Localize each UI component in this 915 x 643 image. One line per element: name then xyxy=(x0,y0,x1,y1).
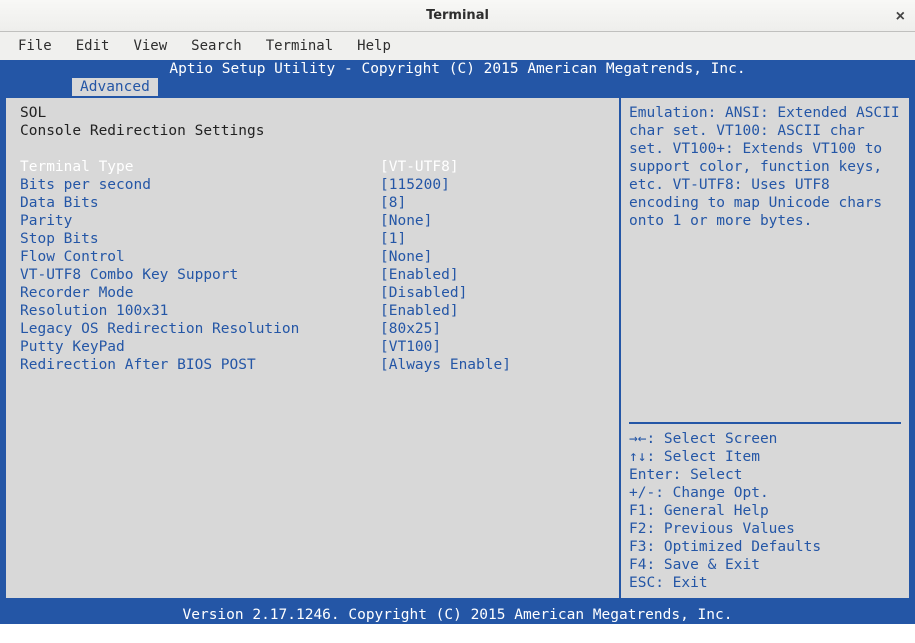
divider xyxy=(629,422,901,424)
bios-settings-panel: SOL Console Redirection Settings Termina… xyxy=(6,96,621,600)
menu-search[interactable]: Search xyxy=(181,34,252,58)
nav-change-opt: +/-: Change Opt. xyxy=(629,484,901,502)
terminal-area: Aptio Setup Utility - Copyright (C) 2015… xyxy=(0,60,915,643)
setting-label: Stop Bits xyxy=(20,230,380,248)
setting-value: [VT-UTF8] xyxy=(380,158,459,176)
nav-hints: →←: Select Screen ↑↓: Select Item Enter:… xyxy=(629,430,901,592)
setting-label: Resolution 100x31 xyxy=(20,302,380,320)
setting-value: [None] xyxy=(380,212,432,230)
setting-value: [80x25] xyxy=(380,320,441,338)
setting-row[interactable]: Stop Bits[1] xyxy=(20,230,613,248)
setting-label: Bits per second xyxy=(20,176,380,194)
nav-f1: F1: General Help xyxy=(629,502,901,520)
setting-value: [1] xyxy=(380,230,406,248)
setting-value: [8] xyxy=(380,194,406,212)
setting-label: Redirection After BIOS POST xyxy=(20,356,380,374)
section-console: Console Redirection Settings xyxy=(20,122,613,140)
setting-label: Recorder Mode xyxy=(20,284,380,302)
setting-row[interactable]: Redirection After BIOS POST[Always Enabl… xyxy=(20,356,613,374)
window-titlebar: Terminal × xyxy=(0,0,915,32)
setting-label: Data Bits xyxy=(20,194,380,212)
setting-value: [VT100] xyxy=(380,338,441,356)
setting-value: [Enabled] xyxy=(380,266,459,284)
spacer xyxy=(20,140,613,158)
nav-f3: F3: Optimized Defaults xyxy=(629,538,901,556)
setting-row[interactable]: Resolution 100x31[Enabled] xyxy=(20,302,613,320)
nav-esc: ESC: Exit xyxy=(629,574,901,592)
setting-value: [Enabled] xyxy=(380,302,459,320)
nav-select-screen: →←: Select Screen xyxy=(629,430,901,448)
menubar: File Edit View Search Terminal Help xyxy=(0,32,915,60)
section-sol: SOL xyxy=(20,104,613,122)
bios-help-panel: Emulation: ANSI: Extended ASCII char set… xyxy=(621,96,909,600)
bios-header: Aptio Setup Utility - Copyright (C) 2015… xyxy=(0,60,915,78)
setting-row[interactable]: Legacy OS Redirection Resolution[80x25] xyxy=(20,320,613,338)
setting-label: VT-UTF8 Combo Key Support xyxy=(20,266,380,284)
setting-row[interactable]: Recorder Mode[Disabled] xyxy=(20,284,613,302)
bios-tabrow: Advanced xyxy=(0,78,915,96)
setting-value: [None] xyxy=(380,248,432,266)
setting-row[interactable]: Bits per second[115200] xyxy=(20,176,613,194)
nav-enter: Enter: Select xyxy=(629,466,901,484)
close-icon[interactable]: × xyxy=(896,8,905,26)
tab-advanced[interactable]: Advanced xyxy=(72,78,158,96)
window-title: Terminal xyxy=(426,8,489,23)
menu-file[interactable]: File xyxy=(8,34,62,58)
setting-label: Putty KeyPad xyxy=(20,338,380,356)
setting-row[interactable]: VT-UTF8 Combo Key Support[Enabled] xyxy=(20,266,613,284)
setting-value: [115200] xyxy=(380,176,450,194)
nav-f2: F2: Previous Values xyxy=(629,520,901,538)
setting-label: Terminal Type xyxy=(20,158,380,176)
setting-row[interactable]: Flow Control[None] xyxy=(20,248,613,266)
setting-label: Legacy OS Redirection Resolution xyxy=(20,320,380,338)
menu-view[interactable]: View xyxy=(123,34,177,58)
menu-terminal[interactable]: Terminal xyxy=(256,34,343,58)
bios-footer: Version 2.17.1246. Copyright (C) 2015 Am… xyxy=(0,606,915,624)
setting-value: [Always Enable] xyxy=(380,356,511,374)
help-text: Emulation: ANSI: Extended ASCII char set… xyxy=(629,104,901,230)
setting-row[interactable]: Terminal Type[VT-UTF8] xyxy=(20,158,613,176)
menu-edit[interactable]: Edit xyxy=(66,34,120,58)
bios-body: SOL Console Redirection Settings Termina… xyxy=(0,96,915,606)
nav-f4: F4: Save & Exit xyxy=(629,556,901,574)
setting-value: [Disabled] xyxy=(380,284,467,302)
setting-row[interactable]: Putty KeyPad[VT100] xyxy=(20,338,613,356)
menu-help[interactable]: Help xyxy=(347,34,401,58)
nav-select-item: ↑↓: Select Item xyxy=(629,448,901,466)
setting-label: Flow Control xyxy=(20,248,380,266)
setting-label: Parity xyxy=(20,212,380,230)
setting-row[interactable]: Parity[None] xyxy=(20,212,613,230)
setting-row[interactable]: Data Bits[8] xyxy=(20,194,613,212)
